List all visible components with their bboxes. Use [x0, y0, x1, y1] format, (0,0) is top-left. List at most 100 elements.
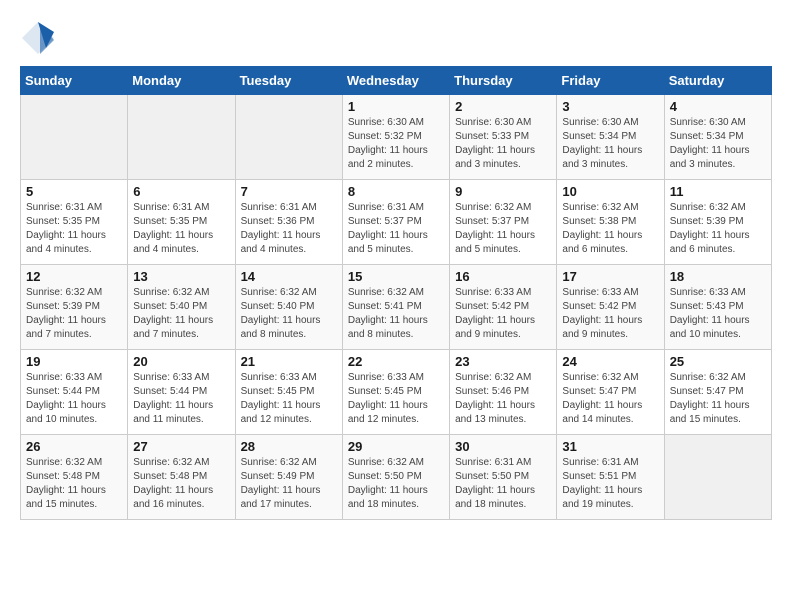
day-number: 25 [670, 354, 766, 369]
calendar-cell: 3 Sunrise: 6:30 AM Sunset: 5:34 PM Daylig… [557, 95, 664, 180]
calendar-cell: 9 Sunrise: 6:32 AM Sunset: 5:37 PM Daylig… [450, 180, 557, 265]
calendar-cell: 10Sunrise: 6:32 AM Sunset: 5:38 PM Dayli… [557, 180, 664, 265]
calendar-cell: 29 Sunrise: 6:32 AM Sunset: 5:50 PM Dayli… [342, 435, 449, 520]
day-info: Sunrise: 6:32 AM Sunset: 5:39 PM Dayligh… [26, 286, 122, 342]
day-info: Sunrise: 6:30 AM Sunset: 5:33 PM Dayligh… [455, 116, 551, 172]
day-info: Sunrise: 6:33 AM Sunset: 5:45 PM Dayligh… [241, 371, 337, 427]
day-number: 24 [562, 354, 658, 369]
day-number: 19 [26, 354, 122, 369]
calendar-cell: 12 Sunrise: 6:32 AM Sunset: 5:39 PM Dayli… [21, 265, 128, 350]
header-day-monday: Monday [128, 67, 235, 95]
logo-icon [20, 20, 56, 56]
day-info: Sunrise: 6:32 AM Sunset: 5:50 PM Dayligh… [348, 456, 444, 512]
calendar-cell: 7 Sunrise: 6:31 AM Sunset: 5:36 PM Daylig… [235, 180, 342, 265]
day-info: Sunrise: 6:31 AM Sunset: 5:35 PM Dayligh… [133, 201, 229, 257]
day-info: Sunrise: 6:32 AM Sunset: 5:37 PM Dayligh… [455, 201, 551, 257]
day-number: 13 [133, 269, 229, 284]
day-info: Sunrise: 6:32 AM Sunset: 5:40 PM Dayligh… [241, 286, 337, 342]
day-info: Sunrise: 6:32 AM Sunset: 5:49 PM Dayligh… [241, 456, 337, 512]
day-info: Sunrise: 6:32 AM Sunset: 5:41 PM Dayligh… [348, 286, 444, 342]
day-number: 31 [562, 439, 658, 454]
day-number: 1 [348, 99, 444, 114]
calendar-cell: 18Sunrise: 6:33 AM Sunset: 5:43 PM Dayli… [664, 265, 771, 350]
calendar-table: SundayMondayTuesdayWednesdayThursdayFrid… [20, 66, 772, 520]
day-info: Sunrise: 6:33 AM Sunset: 5:42 PM Dayligh… [562, 286, 658, 342]
day-info: Sunrise: 6:32 AM Sunset: 5:40 PM Dayligh… [133, 286, 229, 342]
calendar-cell: 2 Sunrise: 6:30 AM Sunset: 5:33 PM Daylig… [450, 95, 557, 180]
calendar-cell: 22Sunrise: 6:33 AM Sunset: 5:45 PM Dayli… [342, 350, 449, 435]
day-number: 20 [133, 354, 229, 369]
header-day-friday: Friday [557, 67, 664, 95]
calendar-cell: 19 Sunrise: 6:33 AM Sunset: 5:44 PM Dayli… [21, 350, 128, 435]
day-info: Sunrise: 6:31 AM Sunset: 5:35 PM Dayligh… [26, 201, 122, 257]
day-info: Sunrise: 6:32 AM Sunset: 5:47 PM Dayligh… [562, 371, 658, 427]
logo [20, 20, 62, 56]
day-info: Sunrise: 6:30 AM Sunset: 5:34 PM Dayligh… [562, 116, 658, 172]
day-info: Sunrise: 6:31 AM Sunset: 5:37 PM Dayligh… [348, 201, 444, 257]
day-info: Sunrise: 6:32 AM Sunset: 5:46 PM Dayligh… [455, 371, 551, 427]
calendar-cell: 26 Sunrise: 6:32 AM Sunset: 5:48 PM Dayli… [21, 435, 128, 520]
day-info: Sunrise: 6:33 AM Sunset: 5:44 PM Dayligh… [26, 371, 122, 427]
header-day-sunday: Sunday [21, 67, 128, 95]
calendar-cell: 5 Sunrise: 6:31 AM Sunset: 5:35 PM Daylig… [21, 180, 128, 265]
day-number: 14 [241, 269, 337, 284]
calendar-cell: 31Sunrise: 6:31 AM Sunset: 5:51 PM Dayli… [557, 435, 664, 520]
calendar-header: SundayMondayTuesdayWednesdayThursdayFrid… [21, 67, 772, 95]
day-number: 16 [455, 269, 551, 284]
day-number: 9 [455, 184, 551, 199]
day-number: 15 [348, 269, 444, 284]
day-number: 26 [26, 439, 122, 454]
calendar-cell [235, 95, 342, 180]
calendar-cell [21, 95, 128, 180]
calendar-cell: 27 Sunrise: 6:32 AM Sunset: 5:48 PM Dayli… [128, 435, 235, 520]
week-row-4: 19 Sunrise: 6:33 AM Sunset: 5:44 PM Dayli… [21, 350, 772, 435]
day-info: Sunrise: 6:31 AM Sunset: 5:36 PM Dayligh… [241, 201, 337, 257]
calendar-cell: 15 Sunrise: 6:32 AM Sunset: 5:41 PM Dayli… [342, 265, 449, 350]
calendar-cell: 14 Sunrise: 6:32 AM Sunset: 5:40 PM Dayli… [235, 265, 342, 350]
calendar-cell: 16 Sunrise: 6:33 AM Sunset: 5:42 PM Dayli… [450, 265, 557, 350]
day-number: 7 [241, 184, 337, 199]
calendar-cell: 30 Sunrise: 6:31 AM Sunset: 5:50 PM Dayli… [450, 435, 557, 520]
calendar-cell [664, 435, 771, 520]
day-info: Sunrise: 6:32 AM Sunset: 5:48 PM Dayligh… [26, 456, 122, 512]
day-info: Sunrise: 6:33 AM Sunset: 5:43 PM Dayligh… [670, 286, 766, 342]
day-number: 10 [562, 184, 658, 199]
calendar-cell [128, 95, 235, 180]
day-number: 2 [455, 99, 551, 114]
header-day-thursday: Thursday [450, 67, 557, 95]
week-row-1: 1 Sunrise: 6:30 AM Sunset: 5:32 PM Daylig… [21, 95, 772, 180]
day-number: 12 [26, 269, 122, 284]
calendar-cell: 1 Sunrise: 6:30 AM Sunset: 5:32 PM Daylig… [342, 95, 449, 180]
day-info: Sunrise: 6:32 AM Sunset: 5:48 PM Dayligh… [133, 456, 229, 512]
day-info: Sunrise: 6:31 AM Sunset: 5:50 PM Dayligh… [455, 456, 551, 512]
day-info: Sunrise: 6:33 AM Sunset: 5:42 PM Dayligh… [455, 286, 551, 342]
calendar-cell: 6Sunrise: 6:31 AM Sunset: 5:35 PM Daylig… [128, 180, 235, 265]
calendar-cell: 4 Sunrise: 6:30 AM Sunset: 5:34 PM Daylig… [664, 95, 771, 180]
day-number: 5 [26, 184, 122, 199]
calendar-cell: 13 Sunrise: 6:32 AM Sunset: 5:40 PM Dayli… [128, 265, 235, 350]
calendar-cell: 8Sunrise: 6:31 AM Sunset: 5:37 PM Daylig… [342, 180, 449, 265]
day-number: 30 [455, 439, 551, 454]
day-number: 29 [348, 439, 444, 454]
day-number: 27 [133, 439, 229, 454]
header-day-saturday: Saturday [664, 67, 771, 95]
calendar-cell: 11 Sunrise: 6:32 AM Sunset: 5:39 PM Dayli… [664, 180, 771, 265]
day-info: Sunrise: 6:32 AM Sunset: 5:39 PM Dayligh… [670, 201, 766, 257]
day-number: 21 [241, 354, 337, 369]
day-info: Sunrise: 6:30 AM Sunset: 5:34 PM Dayligh… [670, 116, 766, 172]
day-number: 4 [670, 99, 766, 114]
calendar-cell: 24 Sunrise: 6:32 AM Sunset: 5:47 PM Dayli… [557, 350, 664, 435]
day-number: 11 [670, 184, 766, 199]
day-info: Sunrise: 6:30 AM Sunset: 5:32 PM Dayligh… [348, 116, 444, 172]
calendar-cell: 25Sunrise: 6:32 AM Sunset: 5:47 PM Dayli… [664, 350, 771, 435]
week-row-5: 26 Sunrise: 6:32 AM Sunset: 5:48 PM Dayli… [21, 435, 772, 520]
calendar-body: 1 Sunrise: 6:30 AM Sunset: 5:32 PM Daylig… [21, 95, 772, 520]
day-number: 23 [455, 354, 551, 369]
day-number: 3 [562, 99, 658, 114]
header-day-wednesday: Wednesday [342, 67, 449, 95]
day-number: 28 [241, 439, 337, 454]
week-row-2: 5 Sunrise: 6:31 AM Sunset: 5:35 PM Daylig… [21, 180, 772, 265]
calendar-cell: 20Sunrise: 6:33 AM Sunset: 5:44 PM Dayli… [128, 350, 235, 435]
header-day-tuesday: Tuesday [235, 67, 342, 95]
page-header [20, 20, 772, 56]
